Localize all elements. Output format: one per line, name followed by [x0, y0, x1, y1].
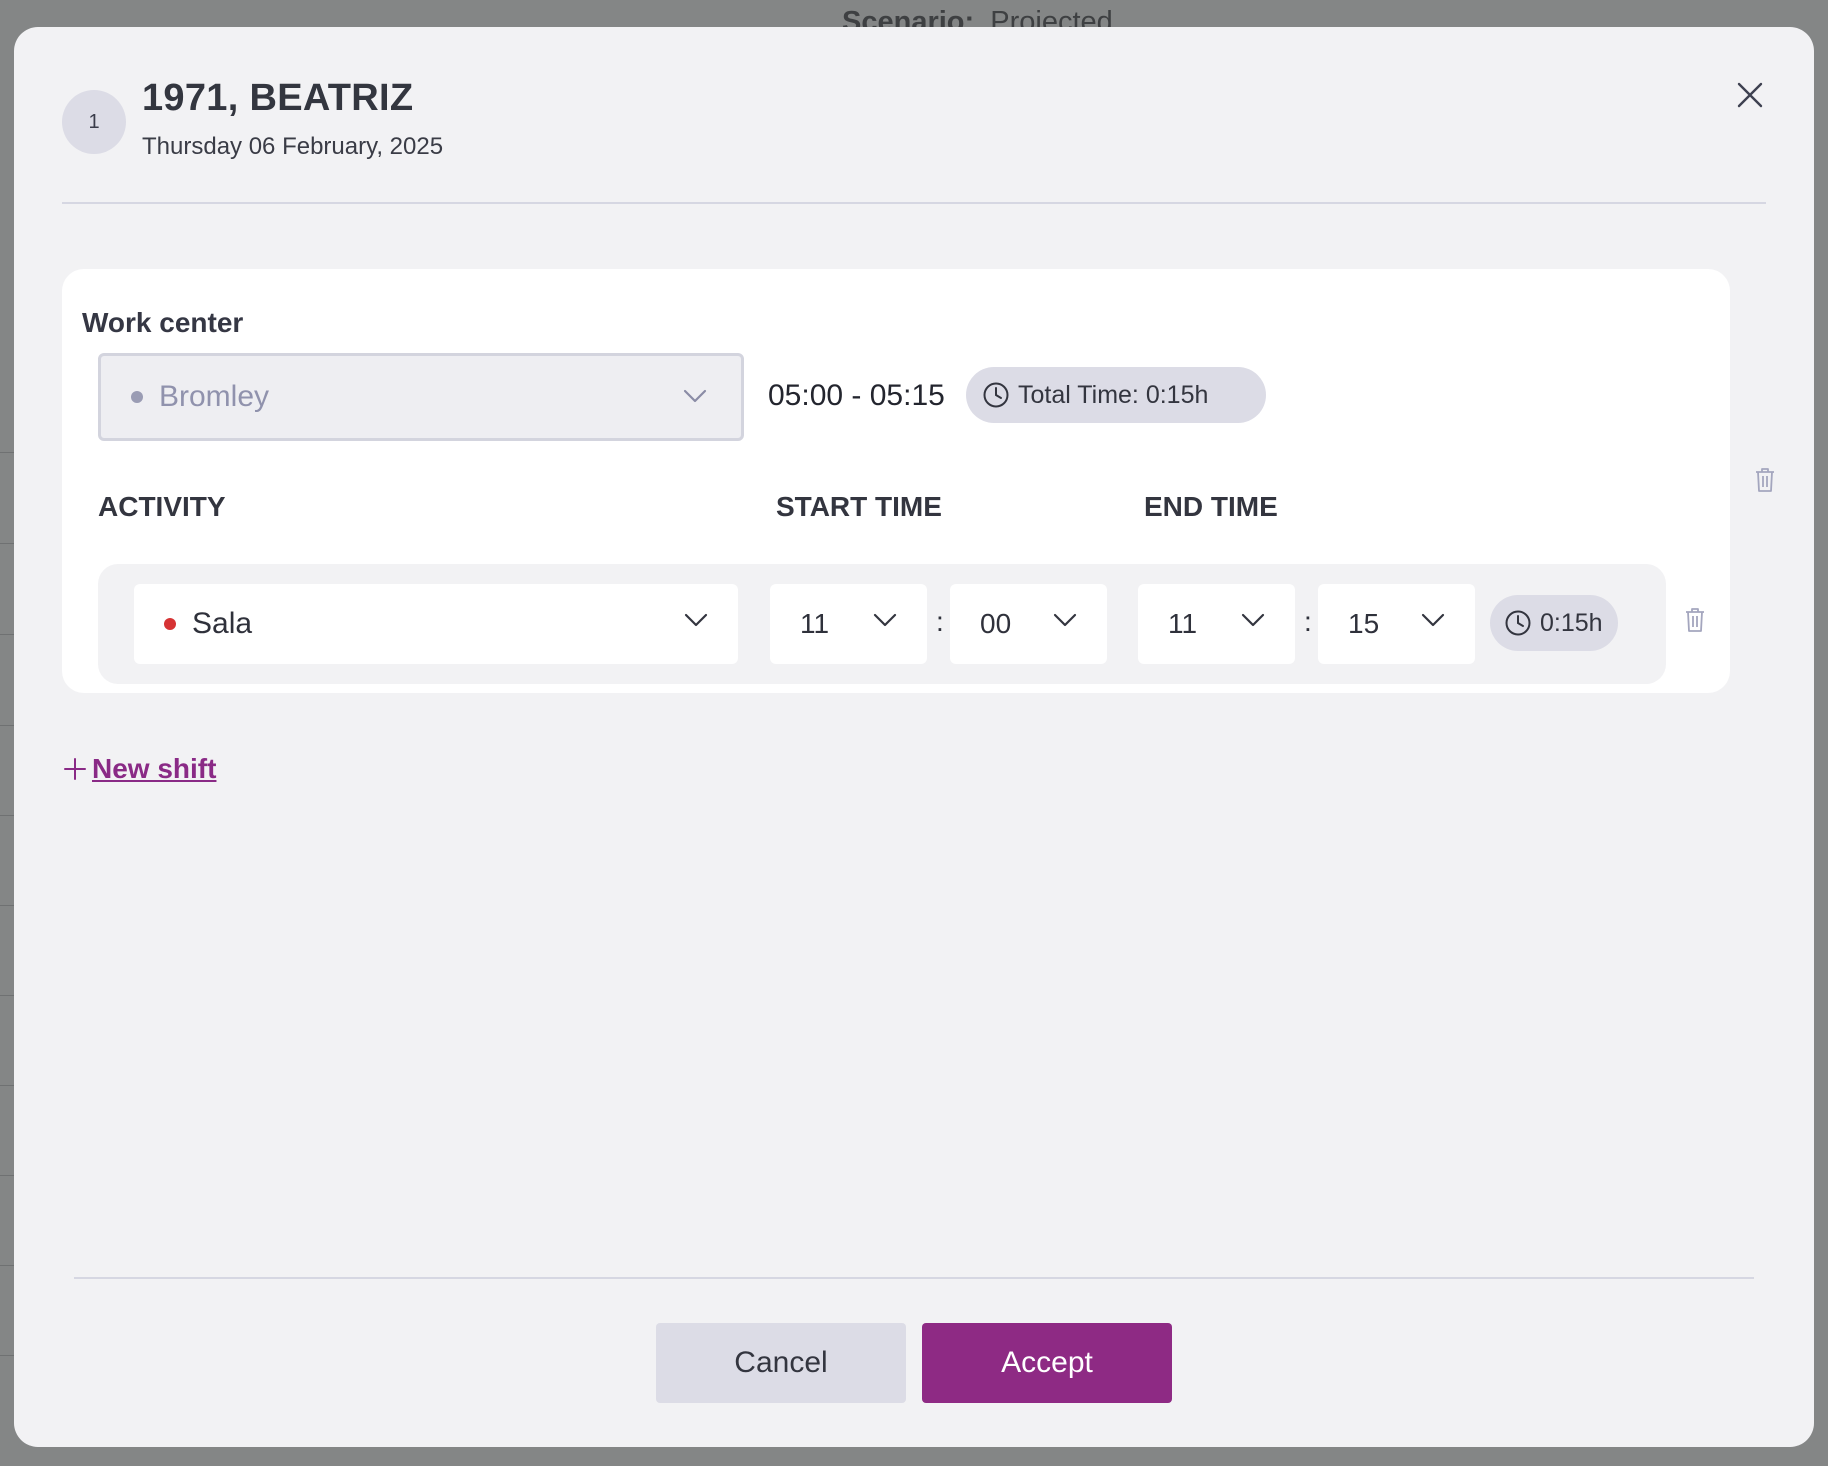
activity-color-dot [164, 618, 176, 630]
employee-title: 1971, BEATRIZ [142, 77, 414, 119]
activity-value: Sala [192, 607, 253, 640]
total-time-text: Total Time: 0:15h [1018, 380, 1209, 409]
background-divider [0, 1355, 14, 1356]
end-minute-select[interactable]: 15 [1318, 584, 1475, 664]
time-separator: : [936, 606, 944, 637]
plus-icon [64, 758, 86, 780]
work-center-label: Work center [82, 307, 244, 338]
trash-icon [1756, 468, 1774, 492]
end-hour-value: 11 [1168, 608, 1198, 639]
background-divider [0, 1085, 14, 1086]
shift-time-range: 05:00 - 05:15 [768, 379, 945, 412]
chevron-down-icon [873, 613, 897, 627]
work-center-value: Bromley [159, 380, 270, 413]
new-shift-link[interactable]: New shift [64, 753, 216, 785]
background-divider [0, 905, 14, 906]
delete-activity-button[interactable] [1684, 607, 1706, 633]
shift-card: Work center Bromley 05:00 - 05:15 Total … [62, 269, 1730, 693]
background-divider [0, 815, 14, 816]
end-time-column-header: END TIME [1144, 491, 1278, 522]
start-minute-select[interactable]: 00 [950, 584, 1107, 664]
end-minute-value: 15 [1348, 608, 1380, 639]
background-divider [0, 995, 14, 996]
new-shift-label: New shift [92, 753, 217, 784]
activity-duration-badge: 0:15h [1490, 595, 1618, 651]
start-minute-value: 00 [980, 608, 1012, 639]
work-center-select[interactable]: Bromley [98, 353, 744, 441]
close-button[interactable] [1730, 75, 1770, 115]
background-divider [0, 634, 14, 635]
activity-column-header: ACTIVITY [98, 491, 226, 522]
edit-shift-dialog: 1 1971, BEATRIZ Thursday 06 February, 20… [14, 27, 1814, 1447]
accept-button[interactable]: Accept [922, 1323, 1172, 1403]
total-time-badge: Total Time: 0:15h [966, 367, 1266, 423]
activity-row: Sala 11 : 00 11: 15 0:15h [98, 564, 1666, 684]
activity-duration-text: 0:15h [1540, 608, 1603, 637]
work-center-color-dot [131, 391, 143, 403]
chevron-down-icon [684, 613, 708, 627]
start-time-column-header: START TIME [776, 491, 942, 522]
shift-date: Thursday 06 February, 2025 [142, 133, 444, 160]
activity-select[interactable]: Sala [134, 584, 738, 664]
time-separator: : [1304, 606, 1312, 637]
end-hour-select[interactable]: 11 [1138, 584, 1295, 664]
close-icon [1737, 82, 1763, 108]
background-divider [0, 452, 14, 453]
background-divider [0, 1265, 14, 1266]
start-hour-value: 11 [800, 608, 830, 639]
chevron-down-icon [1421, 613, 1445, 627]
delete-shift-button[interactable] [1754, 467, 1776, 493]
footer-divider [74, 1277, 1754, 1279]
header-divider [62, 202, 1766, 204]
chevron-down-icon [1053, 613, 1077, 627]
start-hour-select[interactable]: 11 [770, 584, 927, 664]
background-divider [0, 725, 14, 726]
clock-icon [1505, 610, 1531, 636]
avatar: 1 [62, 90, 126, 154]
chevron-down-icon [683, 389, 707, 403]
clock-icon [983, 382, 1009, 408]
chevron-down-icon [1241, 613, 1265, 627]
background-divider [0, 543, 14, 544]
cancel-button[interactable]: Cancel [656, 1323, 906, 1403]
background-divider [0, 1175, 14, 1176]
trash-icon [1686, 608, 1704, 632]
